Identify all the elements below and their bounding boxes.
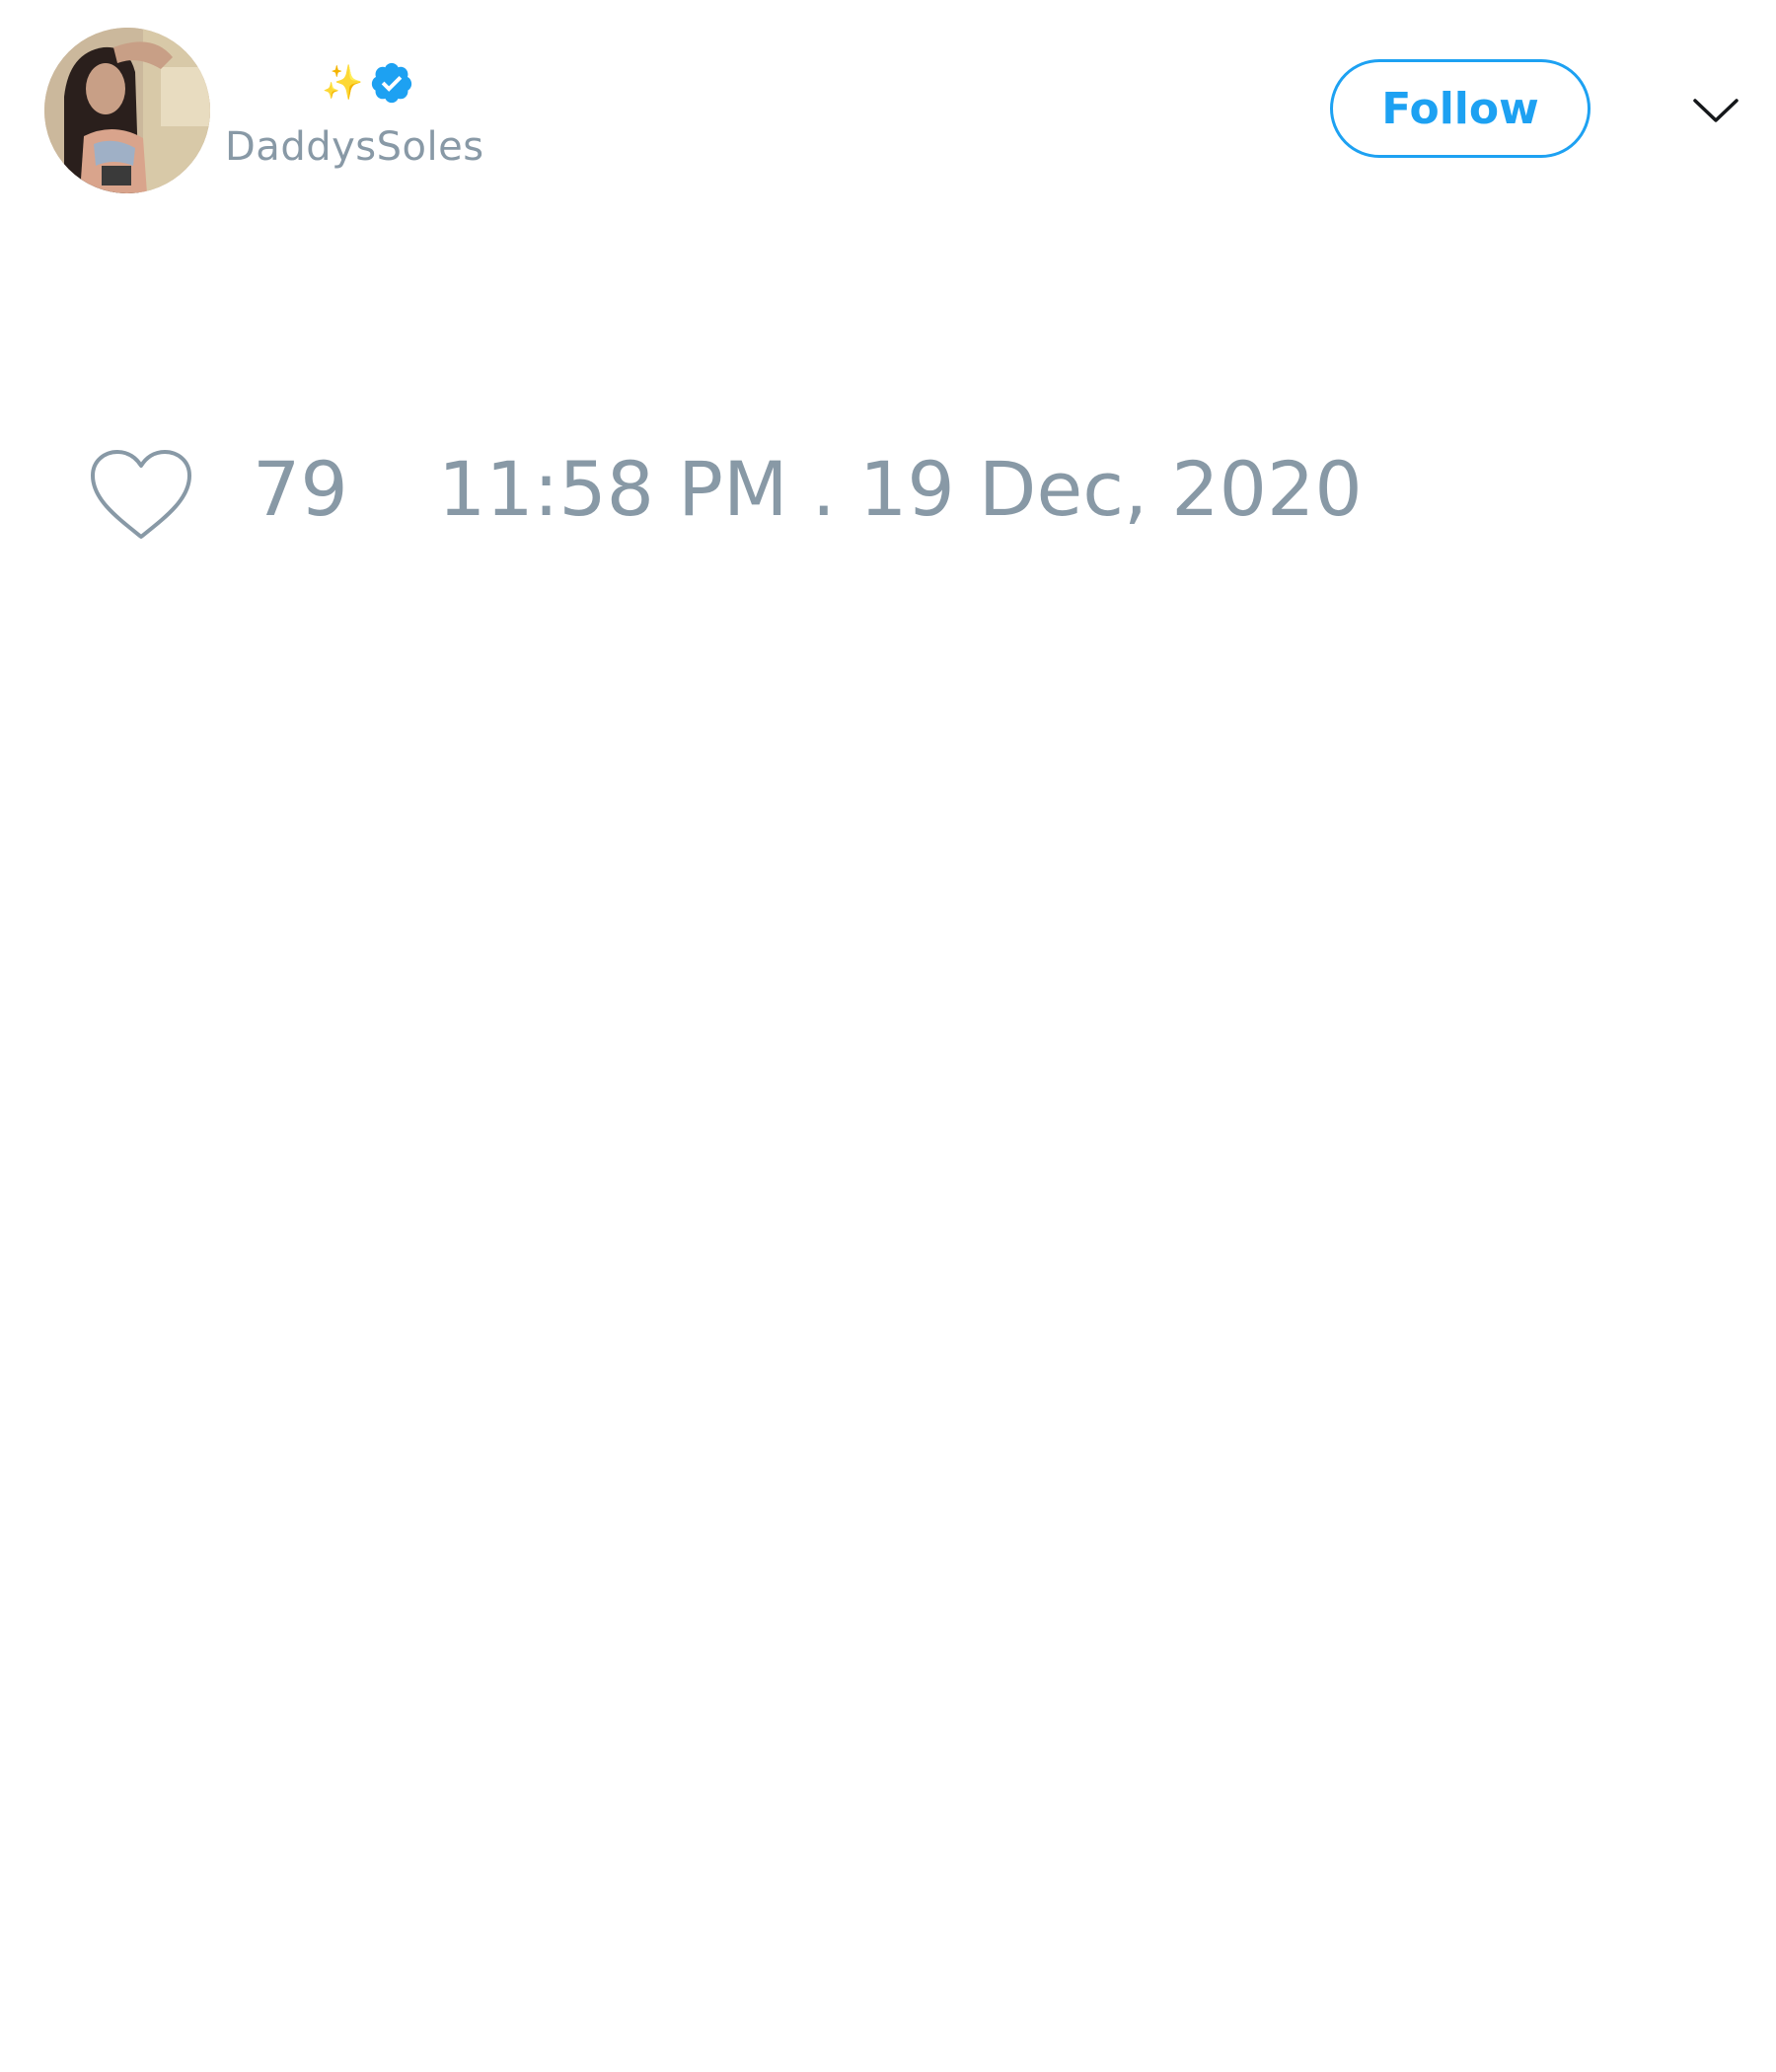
sparkles-emoji: ✨ bbox=[322, 63, 364, 103]
like-count: 79 bbox=[253, 445, 348, 533]
chevron-down-icon[interactable] bbox=[1691, 91, 1740, 130]
avatar-image bbox=[44, 28, 210, 193]
heart-icon[interactable] bbox=[87, 446, 195, 545]
follow-button[interactable]: Follow bbox=[1330, 59, 1591, 158]
avatar[interactable] bbox=[44, 28, 210, 193]
tweet-card: ✨ DaddysSoles Follow 79 11:58 PM . 19 De… bbox=[0, 0, 1776, 2072]
display-name-row[interactable]: ✨ bbox=[322, 59, 414, 107]
verified-badge-icon bbox=[369, 60, 414, 106]
tweet-timestamp[interactable]: 11:58 PM . 19 Dec, 2020 bbox=[438, 452, 1363, 527]
author-handle[interactable]: DaddysSoles bbox=[225, 124, 484, 170]
